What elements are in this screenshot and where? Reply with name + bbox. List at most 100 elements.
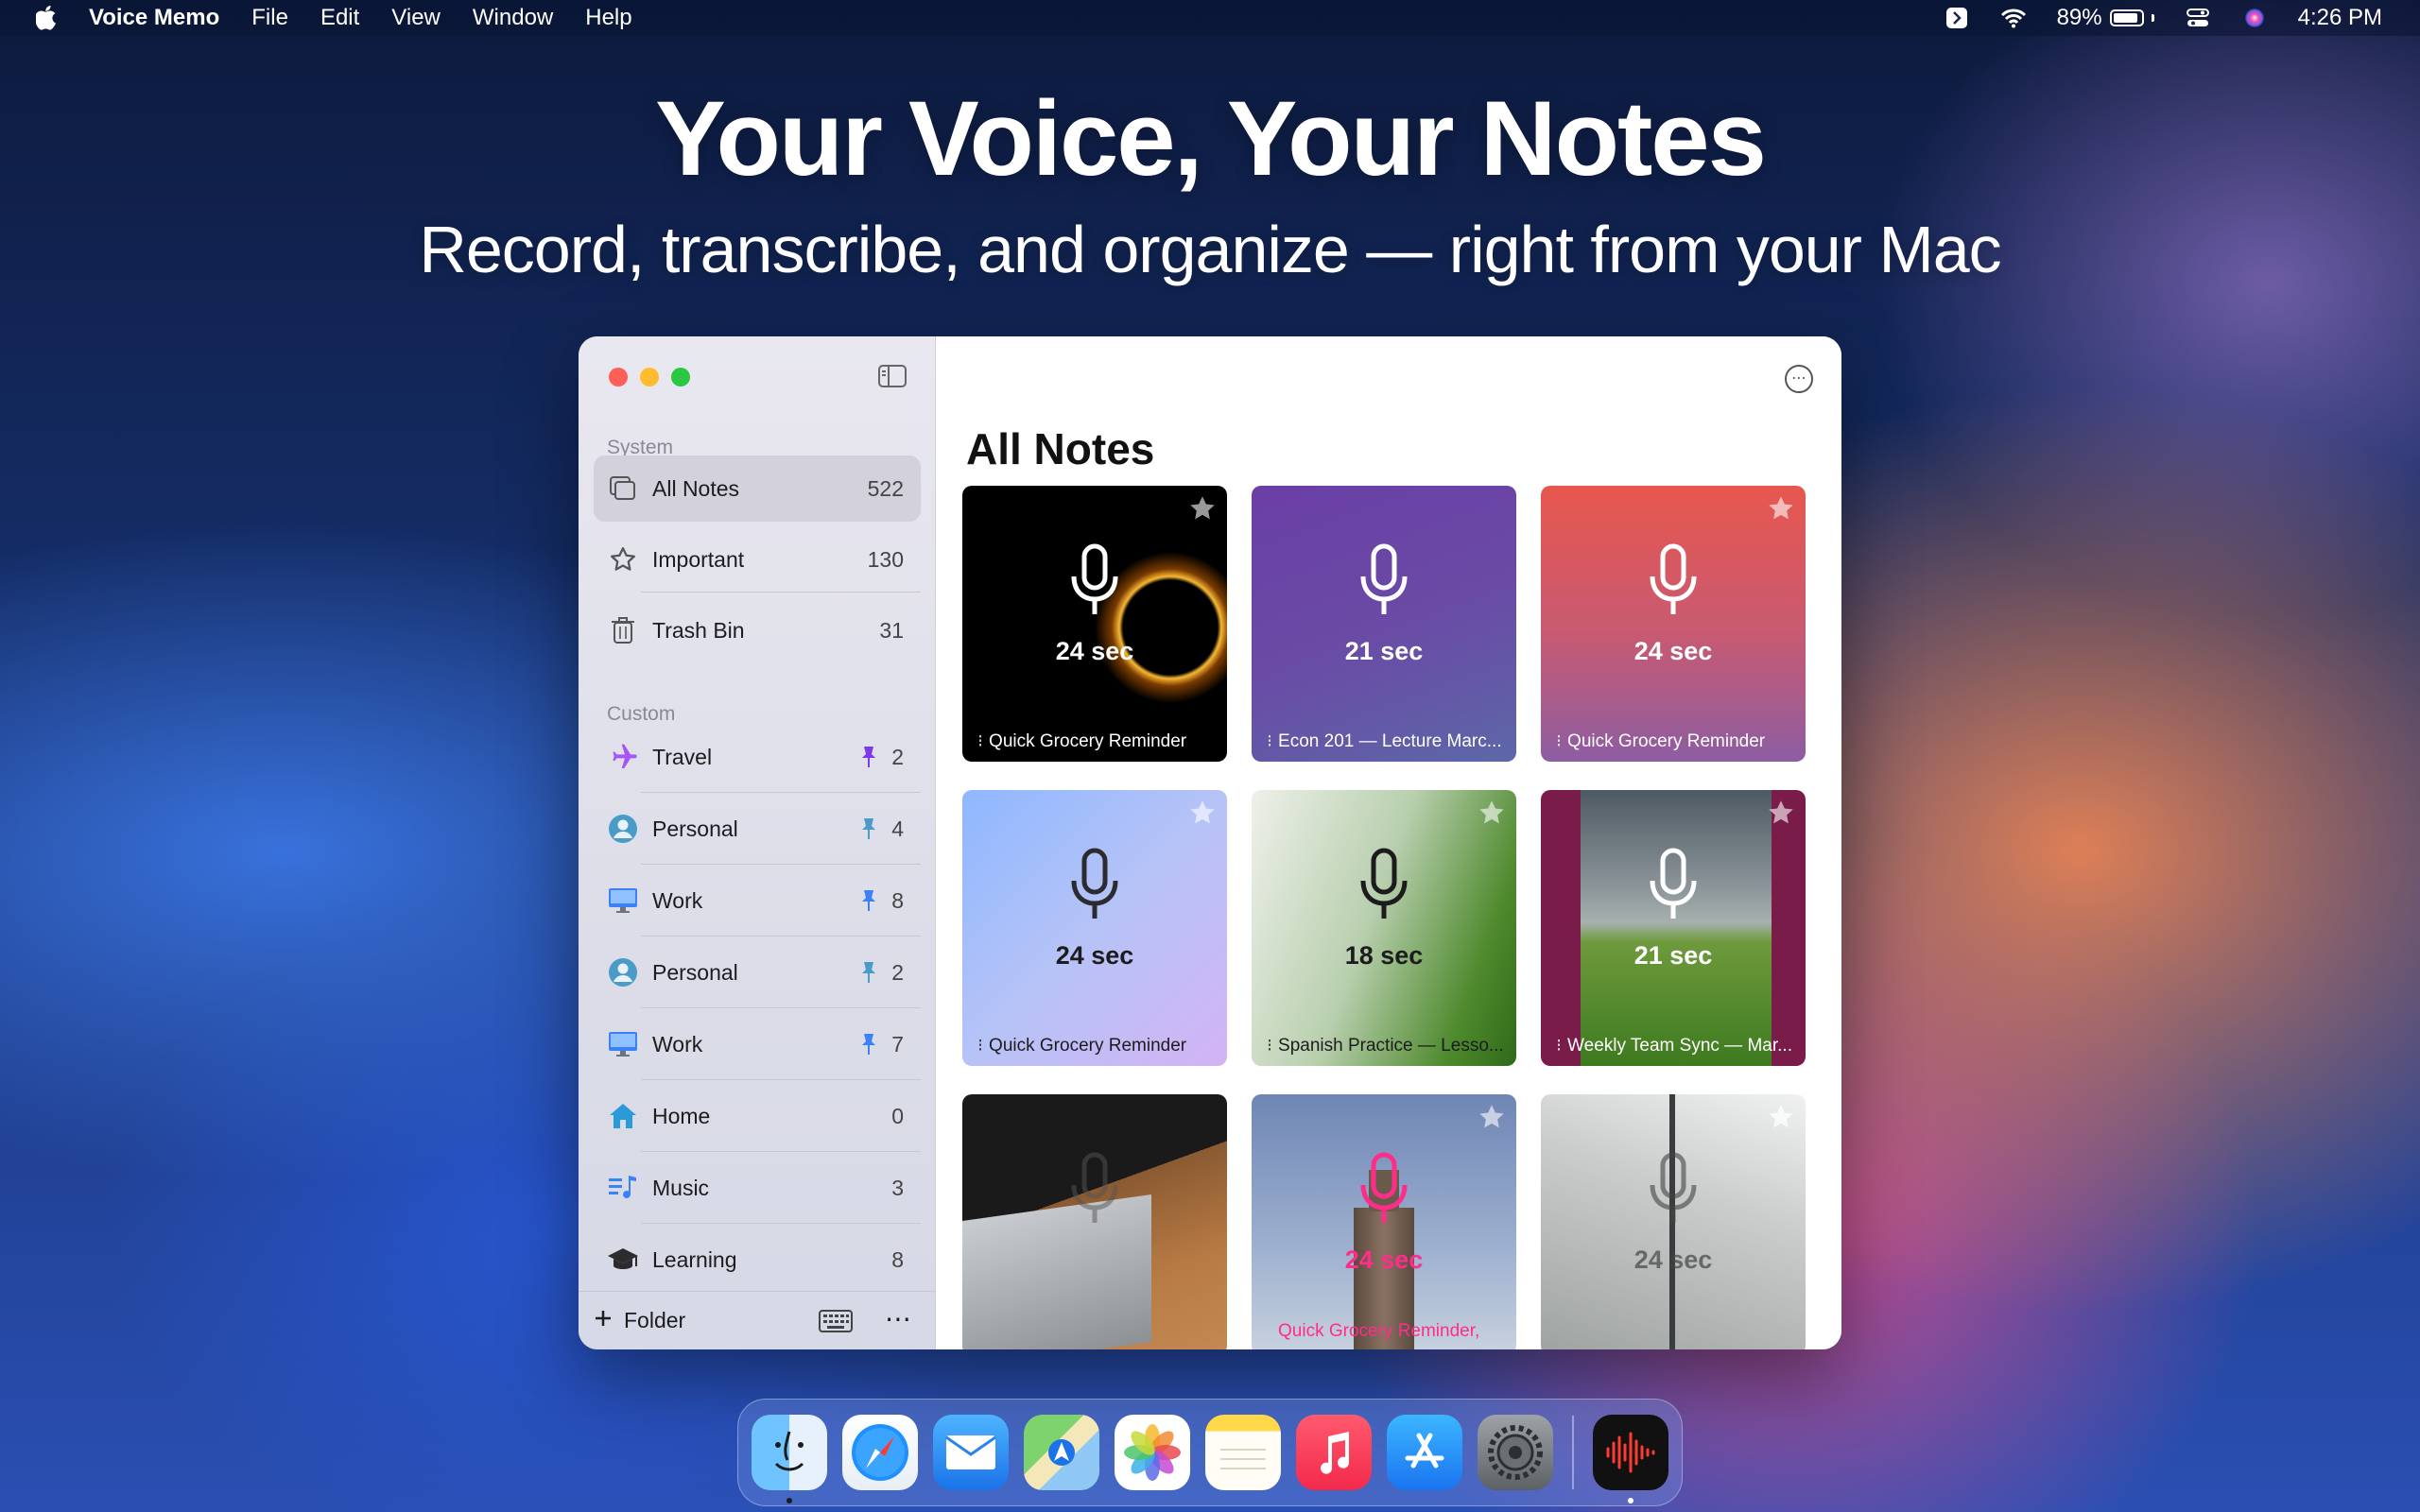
app-name-menu[interactable]: Voice Memo	[89, 5, 219, 31]
sidebar-item-personal-2[interactable]: Personal 2	[594, 939, 921, 1005]
app-window: System All Notes 522 Important 130 Trash…	[579, 336, 1841, 1349]
pin-icon	[861, 746, 878, 768]
window-controls	[609, 368, 690, 387]
note-card[interactable]: 24 sec ⁝ Quick Grocery Reminder	[962, 486, 1227, 762]
page-title: All Notes	[966, 424, 1155, 473]
note-card[interactable]: 21 sec ⁝ Econ 201 — Lecture Marc...	[1252, 486, 1516, 762]
sidebar-item-home[interactable]: Home 0	[594, 1083, 921, 1149]
sidebar-item-important[interactable]: Important 130	[594, 526, 921, 593]
note-duration: 24 sec	[1055, 941, 1134, 970]
keyboard-icon[interactable]	[819, 1309, 853, 1333]
star-outline-icon	[607, 543, 639, 576]
desktop-icon	[607, 885, 639, 917]
zoom-button[interactable]	[671, 368, 690, 387]
wifi-icon[interactable]	[2000, 7, 2027, 29]
note-duration: 24 sec	[1634, 637, 1713, 665]
control-center-icon[interactable]	[2185, 7, 2211, 29]
note-caption: Quick Grocery Reminder,	[1278, 1321, 1480, 1341]
minimize-button[interactable]	[640, 368, 659, 387]
focus-icon[interactable]	[1944, 7, 1970, 29]
person-circle-icon	[607, 813, 639, 845]
note-duration: 24 sec	[1634, 1246, 1713, 1274]
finder-icon[interactable]	[752, 1415, 827, 1503]
sidebar-item-work[interactable]: Work 8	[594, 868, 921, 934]
voice-memo-icon[interactable]	[1593, 1415, 1668, 1503]
photos-icon[interactable]	[1115, 1415, 1190, 1490]
sidebar-item-work-2[interactable]: Work 7	[594, 1011, 921, 1077]
star-icon[interactable]	[1187, 798, 1218, 828]
help-menu[interactable]: Help	[585, 5, 631, 31]
sidebar-item-music[interactable]: Music 3	[594, 1155, 921, 1221]
star-icon[interactable]	[1187, 493, 1218, 524]
battery-percent: 89%	[2056, 5, 2102, 30]
music-list-icon	[607, 1172, 639, 1204]
sidebar-item-trash[interactable]: Trash Bin 31	[594, 597, 921, 663]
more-options-icon[interactable]: ⋯	[885, 1306, 912, 1332]
mail-icon[interactable]	[933, 1415, 1009, 1490]
star-icon[interactable]	[1766, 1102, 1796, 1132]
dock-separator	[1572, 1416, 1574, 1489]
sidebar-item-all-notes[interactable]: All Notes 522	[594, 455, 921, 522]
window-menu[interactable]: Window	[473, 5, 553, 31]
pin-icon	[861, 889, 878, 912]
app-store-icon[interactable]	[1387, 1415, 1462, 1490]
star-icon[interactable]	[1766, 798, 1796, 828]
add-folder-button[interactable]: Folder	[594, 1308, 685, 1333]
star-icon[interactable]	[1477, 1102, 1507, 1132]
pin-icon	[861, 1033, 878, 1056]
note-card[interactable]	[962, 1094, 1227, 1349]
trash-icon	[607, 614, 639, 646]
note-card[interactable]: 21 sec ⁝ Weekly Team Sync — Mar...	[1541, 790, 1806, 1066]
note-card[interactable]: 24 sec	[1541, 1094, 1806, 1349]
note-caption: ⁝ Quick Grocery Reminder	[977, 1036, 1187, 1056]
microphone-icon	[1066, 542, 1123, 624]
menu-bar: Voice Memo File Edit View Window Help 89…	[0, 0, 2420, 36]
sidebar-item-travel[interactable]: Travel 2	[594, 724, 921, 790]
music-icon[interactable]	[1296, 1415, 1372, 1490]
more-menu-icon[interactable]: ⋯	[1785, 365, 1813, 393]
microphone-icon	[1066, 847, 1123, 928]
note-caption: ⁝ Weekly Team Sync — Mar...	[1556, 1036, 1792, 1056]
pin-icon	[861, 961, 878, 984]
close-button[interactable]	[609, 368, 628, 387]
microphone-icon	[1356, 847, 1412, 928]
view-menu[interactable]: View	[391, 5, 441, 31]
note-duration: 24 sec	[1344, 1246, 1424, 1274]
note-caption: ⁝ Quick Grocery Reminder	[977, 731, 1187, 751]
file-menu[interactable]: File	[251, 5, 288, 31]
sidebar-item-personal[interactable]: Personal 4	[594, 796, 921, 862]
note-caption: ⁝ Econ 201 — Lecture Marc...	[1267, 731, 1502, 751]
microphone-icon	[1066, 1151, 1123, 1232]
microphone-icon	[1356, 1151, 1412, 1232]
graduation-cap-icon	[607, 1244, 639, 1276]
siri-icon[interactable]	[2241, 7, 2268, 29]
note-card[interactable]: 18 sec ⁝ Spanish Practice — Lesso...	[1252, 790, 1516, 1066]
star-icon[interactable]	[1477, 798, 1507, 828]
sidebar-item-learning[interactable]: Learning 8	[594, 1227, 921, 1293]
note-duration: 21 sec	[1344, 637, 1424, 665]
note-duration: 21 sec	[1634, 941, 1713, 970]
microphone-icon	[1645, 847, 1702, 928]
clock[interactable]: 4:26 PM	[2298, 5, 2382, 31]
hero-title: Your Voice, Your Notes	[655, 79, 1767, 198]
note-duration: 18 sec	[1344, 941, 1424, 970]
safari-icon[interactable]	[842, 1415, 918, 1490]
note-card[interactable]: 24 sec ⁝ Quick Grocery Reminder	[962, 790, 1227, 1066]
note-card[interactable]: 24 sec ⁝ Quick Grocery Reminder	[1541, 486, 1806, 762]
maps-icon[interactable]	[1024, 1415, 1099, 1490]
notes-icon[interactable]	[1205, 1415, 1281, 1490]
apple-menu-icon[interactable]	[32, 4, 60, 32]
note-card[interactable]: 24 sec Quick Grocery Reminder,	[1252, 1094, 1516, 1349]
microphone-icon	[1645, 1151, 1702, 1232]
desktop-icon	[607, 1028, 639, 1060]
sidebar-footer: Folder ⋯	[579, 1291, 936, 1349]
pin-icon	[861, 817, 878, 840]
sidebar-toggle-icon[interactable]	[877, 363, 908, 389]
main-content: ⋯ All Notes 24 sec ⁝ Quick Grocery Remind…	[936, 336, 1841, 1349]
battery-status[interactable]: 89%	[2057, 5, 2154, 31]
dock	[737, 1399, 1683, 1506]
notes-stack-icon	[607, 472, 639, 505]
star-icon[interactable]	[1766, 493, 1796, 524]
edit-menu[interactable]: Edit	[320, 5, 359, 31]
settings-icon[interactable]	[1478, 1415, 1553, 1490]
